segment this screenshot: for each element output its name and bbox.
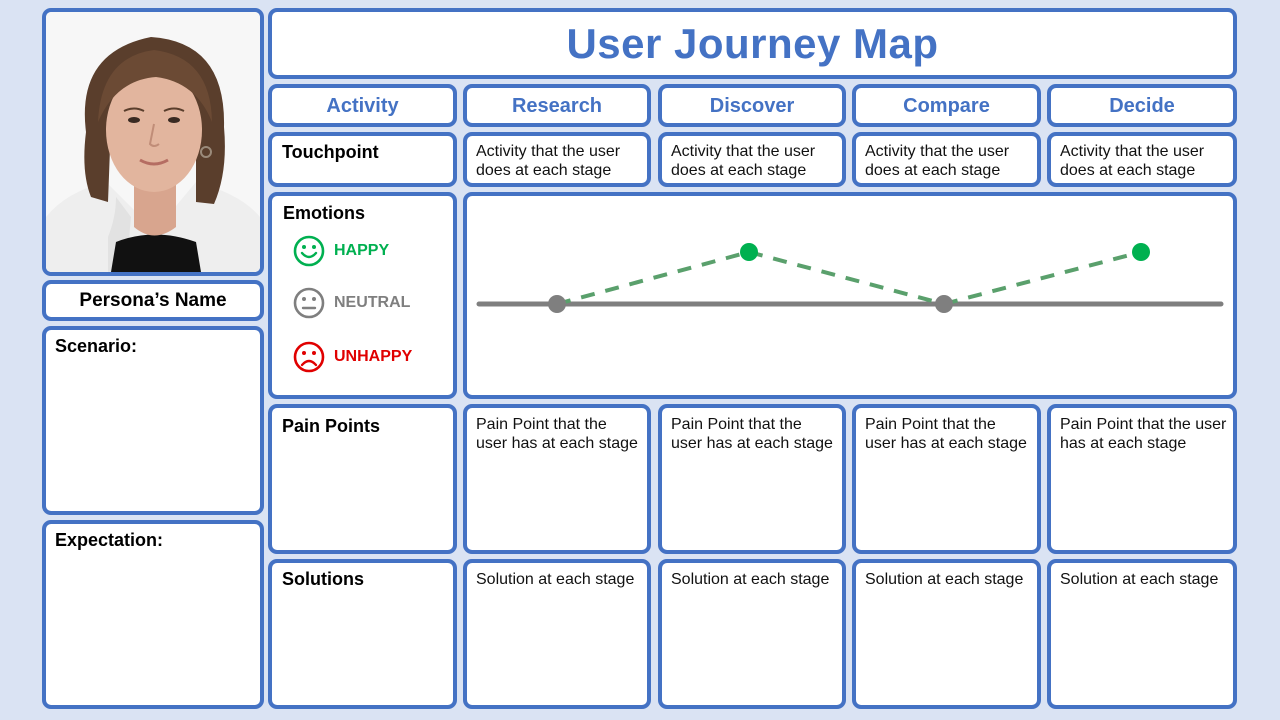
expectation-label: Expectation: xyxy=(55,530,164,550)
frown-icon xyxy=(293,341,325,373)
pain-point-cell[interactable]: Pain Point that the user has at each sta… xyxy=(852,404,1041,554)
scenario-label: Scenario: xyxy=(55,336,138,356)
emotions-label-box: Emotions HAPPY NEUTRAL UNHAPPY xyxy=(268,192,457,399)
touchpoint-text: Activity that the user does at each stag… xyxy=(476,143,621,179)
legend-happy: HAPPY xyxy=(292,234,389,268)
touchpoint-label-box: Touchpoint xyxy=(268,132,457,187)
emotion-segment xyxy=(943,250,1142,306)
legend-unhappy: UNHAPPY xyxy=(292,340,412,374)
stage-label: Research xyxy=(511,95,603,117)
scenario-box[interactable]: Scenario: xyxy=(42,326,264,515)
touchpoint-cell[interactable]: Activity that the user does at each stag… xyxy=(658,132,846,187)
emotion-point-discover xyxy=(740,243,758,261)
title-box: User Journey Map xyxy=(268,8,1237,79)
persona-photo-image xyxy=(46,12,260,272)
pain-points-label-box: Pain Points xyxy=(268,404,457,554)
solution-text: Solution at each stage xyxy=(671,571,830,588)
activity-label: Activity xyxy=(326,95,399,117)
pain-point-text: Pain Point that the user has at each sta… xyxy=(671,416,833,452)
pain-point-text: Pain Point that the user has at each sta… xyxy=(1060,416,1227,452)
solution-cell[interactable]: Solution at each stage xyxy=(463,559,651,709)
emotions-label: Emotions xyxy=(283,203,366,223)
touchpoint-cell[interactable]: Activity that the user does at each stag… xyxy=(852,132,1041,187)
smile-icon xyxy=(293,235,325,267)
persona-name-box: Persona’s Name xyxy=(42,280,264,321)
pain-point-cell[interactable]: Pain Point that the user has at each sta… xyxy=(658,404,846,554)
touchpoint-text: Activity that the user does at each stag… xyxy=(865,143,1010,179)
stage-label: Decide xyxy=(1109,95,1175,117)
stage-header-research: Research xyxy=(463,84,651,127)
pain-point-cell[interactable]: Pain Point that the user has at each sta… xyxy=(463,404,651,554)
pain-point-text: Pain Point that the user has at each sta… xyxy=(476,416,638,452)
expectation-box[interactable]: Expectation: xyxy=(42,520,264,709)
solution-cell[interactable]: Solution at each stage xyxy=(1047,559,1237,709)
solution-text: Solution at each stage xyxy=(865,571,1024,588)
persona-photo xyxy=(42,8,264,276)
solution-cell[interactable]: Solution at each stage xyxy=(852,559,1041,709)
solution-text: Solution at each stage xyxy=(1060,571,1219,588)
touchpoint-cell[interactable]: Activity that the user does at each stag… xyxy=(463,132,651,187)
legend-neutral: NEUTRAL xyxy=(292,286,410,320)
pain-point-cell[interactable]: Pain Point that the user has at each sta… xyxy=(1047,404,1237,554)
emotion-segment xyxy=(748,250,945,306)
legend-happy-label: HAPPY xyxy=(334,242,390,259)
persona-name[interactable]: Persona’s Name xyxy=(46,290,260,312)
emotion-segment xyxy=(556,250,750,306)
neutral-face-icon xyxy=(293,287,325,319)
stage-label: Discover xyxy=(709,95,795,117)
legend-neutral-label: NEUTRAL xyxy=(334,294,411,311)
stage-label: Compare xyxy=(903,95,990,117)
activity-header: Activity xyxy=(268,84,457,127)
touchpoint-text: Activity that the user does at each stag… xyxy=(1060,143,1205,179)
stage-header-discover: Discover xyxy=(658,84,846,127)
emotion-point-decide xyxy=(1132,243,1150,261)
pain-point-text: Pain Point that the user has at each sta… xyxy=(865,416,1027,452)
pain-points-label: Pain Points xyxy=(282,416,381,436)
legend-unhappy-label: UNHAPPY xyxy=(334,348,413,365)
emotion-chart xyxy=(476,243,1224,313)
emotion-point-research xyxy=(548,295,566,313)
touchpoint-cell[interactable]: Activity that the user does at each stag… xyxy=(1047,132,1237,187)
touchpoint-label: Touchpoint xyxy=(282,142,379,162)
solution-cell[interactable]: Solution at each stage xyxy=(658,559,846,709)
solutions-label: Solutions xyxy=(282,569,364,589)
touchpoint-text: Activity that the user does at each stag… xyxy=(671,143,816,179)
emotion-chart-box xyxy=(463,192,1237,399)
page-title: User Journey Map xyxy=(566,20,939,67)
solutions-label-box: Solutions xyxy=(268,559,457,709)
stage-header-decide: Decide xyxy=(1047,84,1237,127)
stage-header-compare: Compare xyxy=(852,84,1041,127)
solution-text: Solution at each stage xyxy=(476,571,635,588)
emotion-point-compare xyxy=(935,295,953,313)
